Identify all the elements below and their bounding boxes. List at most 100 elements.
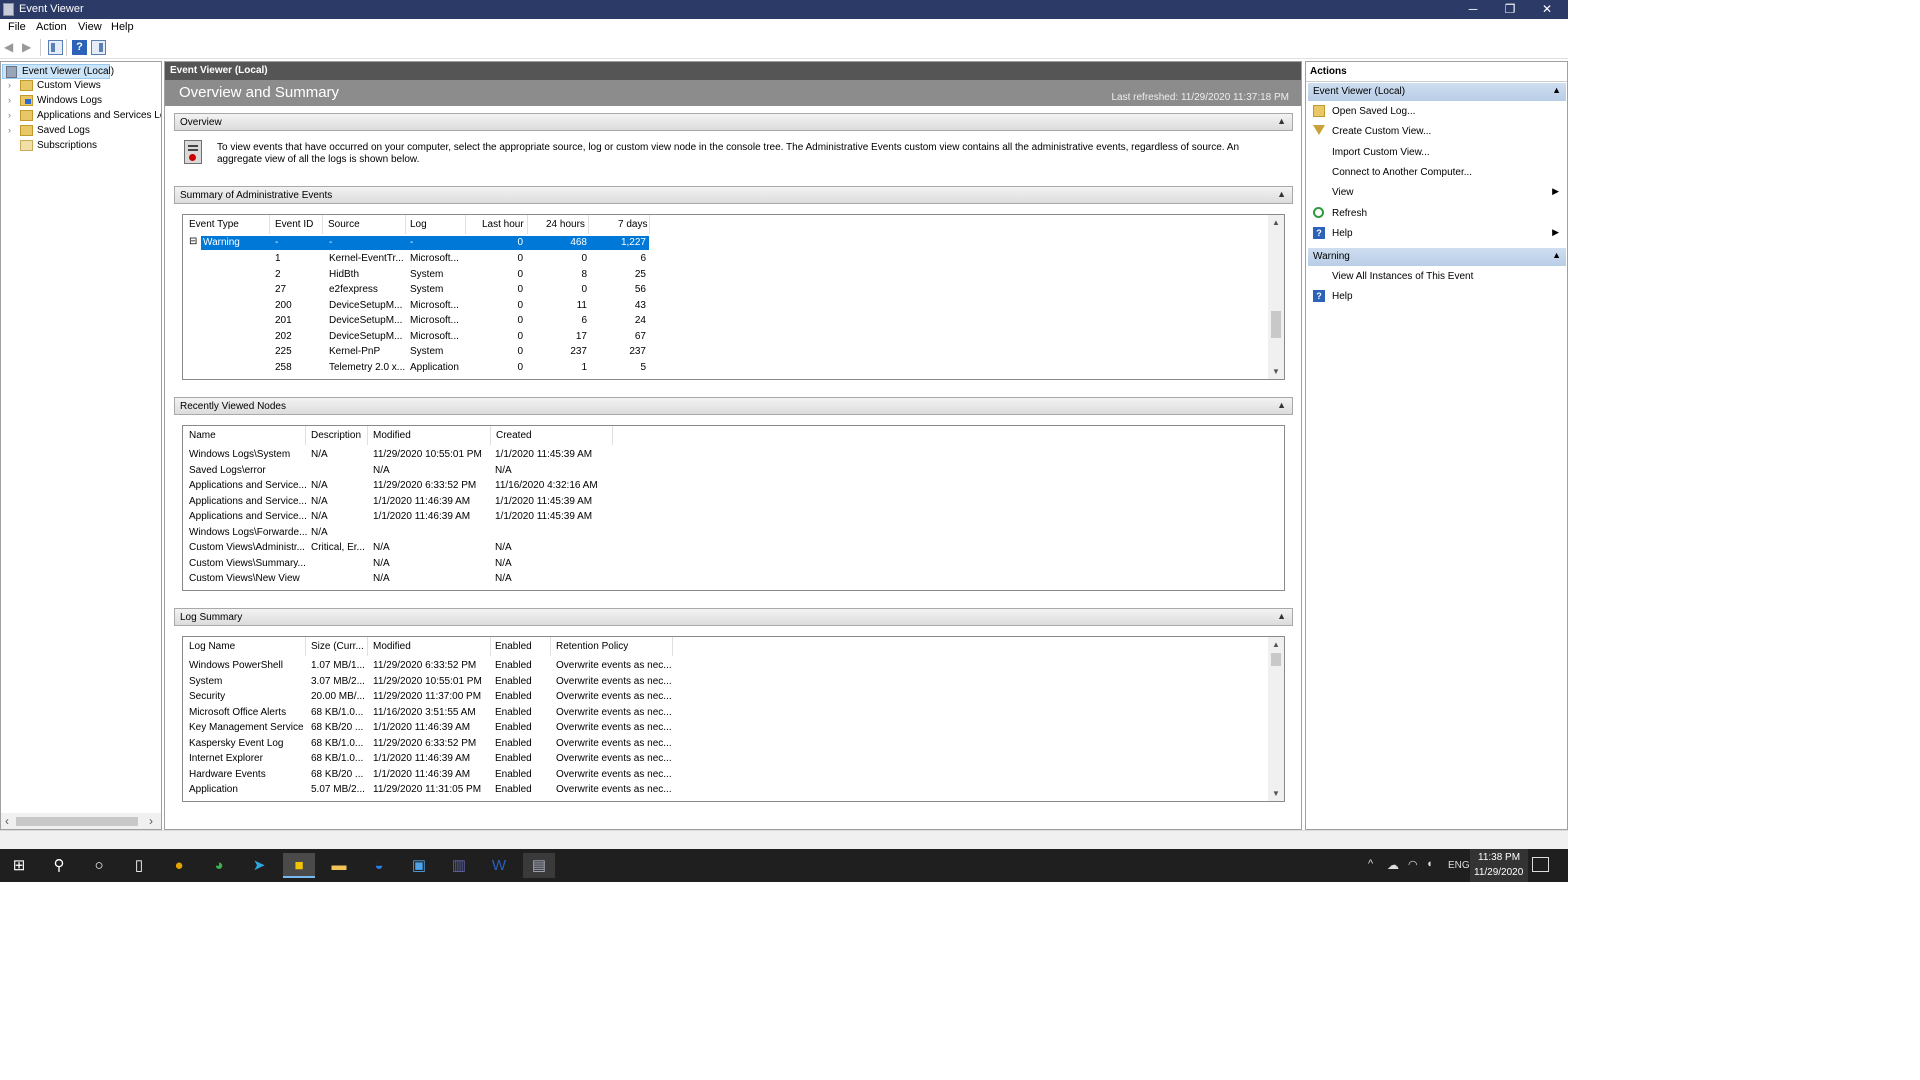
collapse-icon[interactable]: ▲ bbox=[1552, 250, 1561, 260]
recent-node-row[interactable]: Saved Logs\error N/A N/A bbox=[183, 464, 623, 478]
tree-item-event-viewer-local[interactable]: Event Viewer (Local) bbox=[2, 64, 114, 79]
action-connect-to-another-computer[interactable]: Connect to Another Computer... bbox=[1306, 163, 1566, 183]
column-header-7-days[interactable]: 7 days bbox=[618, 219, 647, 230]
menu-view[interactable]: View bbox=[78, 21, 102, 33]
menu-action[interactable]: Action bbox=[36, 21, 67, 33]
back-arrow-icon[interactable]: ◀ bbox=[4, 40, 19, 55]
show-hide-action-pane-icon[interactable] bbox=[91, 40, 106, 55]
collapse-group-icon[interactable]: ⊟ bbox=[189, 236, 201, 247]
column-header-created[interactable]: Created bbox=[496, 430, 532, 441]
actions-group-event-viewer-local[interactable]: Event Viewer (Local) ▲ bbox=[1308, 83, 1566, 101]
action-help[interactable]: ? Help bbox=[1306, 287, 1566, 307]
tree-item-saved-logs[interactable]: › Saved Logs bbox=[1, 123, 161, 138]
recent-node-row[interactable]: Applications and Service... N/A 1/1/2020 1… bbox=[183, 510, 623, 524]
column-header-log[interactable]: Log bbox=[410, 219, 427, 230]
collapse-icon[interactable]: ▲ bbox=[1277, 400, 1286, 410]
summary-group-row-warning[interactable]: ⊟ Warning - - - 0 468 1,227 bbox=[189, 236, 649, 250]
column-header-description[interactable]: Description bbox=[311, 430, 361, 441]
scroll-thumb[interactable] bbox=[1271, 653, 1281, 666]
search-icon[interactable]: ⚲ bbox=[43, 853, 75, 878]
recent-section-header[interactable]: Recently Viewed Nodes ▲ bbox=[174, 397, 1293, 415]
column-header-enabled[interactable]: Enabled bbox=[495, 641, 532, 652]
recent-node-row[interactable]: Windows Logs\Forwarde... N/A bbox=[183, 526, 623, 540]
tree-item-windows-logs[interactable]: › Windows Logs bbox=[1, 93, 161, 108]
action-open-saved-log[interactable]: Open Saved Log... bbox=[1306, 102, 1566, 122]
notifications-icon[interactable] bbox=[1532, 857, 1549, 872]
scroll-up-icon[interactable]: ▲ bbox=[1272, 640, 1280, 649]
tree-item-custom-views[interactable]: › Custom Views bbox=[1, 78, 161, 93]
log-row[interactable]: Windows PowerShell 1.07 MB/1... 11/29/2020… bbox=[183, 659, 678, 673]
scroll-thumb[interactable] bbox=[16, 817, 138, 826]
word-icon[interactable]: W bbox=[483, 853, 515, 878]
summary-section-header[interactable]: Summary of Administrative Events ▲ bbox=[174, 186, 1293, 204]
recent-node-row[interactable]: Applications and Service... N/A 11/29/2020… bbox=[183, 479, 623, 493]
clock[interactable]: 11:38 PM 11/29/2020 bbox=[1470, 849, 1528, 882]
tree-item-applications-and-services-logs[interactable]: › Applications and Services Lo bbox=[1, 108, 161, 123]
column-header-event-id[interactable]: Event ID bbox=[275, 219, 313, 230]
summary-row[interactable]: 201 DeviceSetupM... Microsoft... 0 6 24 bbox=[189, 314, 649, 328]
action-help[interactable]: ? Help ▶ bbox=[1306, 224, 1566, 244]
log-row[interactable]: Hardware Events 68 KB/20 ... 1/1/2020 11:4… bbox=[183, 768, 678, 782]
action-import-custom-view[interactable]: Import Custom View... bbox=[1306, 143, 1566, 163]
summary-row[interactable]: 1 Kernel-EventTr... Microsoft... 0 0 6 bbox=[189, 252, 649, 266]
recent-node-row[interactable]: Custom Views\Administr... Critical, Er...… bbox=[183, 541, 623, 555]
file-explorer-icon[interactable]: ▬ bbox=[323, 853, 355, 878]
column-header-modified[interactable]: Modified bbox=[373, 641, 411, 652]
recent-node-row[interactable]: Windows Logs\System N/A 11/29/2020 10:55:0… bbox=[183, 448, 623, 462]
cortana-icon[interactable]: ○ bbox=[83, 853, 115, 878]
action-create-custom-view[interactable]: Create Custom View... bbox=[1306, 122, 1566, 142]
minimize-button[interactable]: ─ bbox=[1455, 0, 1491, 19]
scroll-down-icon[interactable]: ▼ bbox=[1272, 789, 1280, 798]
volume-icon[interactable]: ◖ bbox=[1426, 858, 1433, 870]
log-row[interactable]: Key Management Service 68 KB/20 ... 1/1/20… bbox=[183, 721, 678, 735]
column-header-event-type[interactable]: Event Type bbox=[189, 219, 239, 230]
log-row[interactable]: Internet Explorer 68 KB/1.0... 1/1/2020 11… bbox=[183, 752, 678, 766]
log-row[interactable]: System 3.07 MB/2... 11/29/2020 10:55:01 PM… bbox=[183, 675, 678, 689]
collapse-icon[interactable]: ▲ bbox=[1277, 189, 1286, 199]
summary-row[interactable]: 200 DeviceSetupM... Microsoft... 0 11 43 bbox=[189, 299, 649, 313]
actions-group-warning[interactable]: Warning ▲ bbox=[1308, 248, 1566, 266]
tree-horizontal-scrollbar[interactable]: ‹ › bbox=[1, 813, 161, 829]
recent-node-row[interactable]: Applications and Service... N/A 1/1/2020 1… bbox=[183, 495, 623, 509]
teams-icon[interactable]: ▥ bbox=[443, 853, 475, 878]
column-header-size[interactable]: Size (Curr... bbox=[311, 641, 364, 652]
language-indicator[interactable]: ENG bbox=[1448, 860, 1470, 871]
onedrive-icon[interactable]: ☁ bbox=[1387, 858, 1399, 872]
column-header-name[interactable]: Name bbox=[189, 430, 216, 441]
log-row[interactable]: Kaspersky Event Log 68 KB/1.0... 11/29/202… bbox=[183, 737, 678, 751]
summary-vertical-scrollbar[interactable]: ▲ ▼ bbox=[1268, 215, 1284, 379]
chrome-icon[interactable]: ● bbox=[163, 853, 195, 878]
overview-section-header[interactable]: Overview ▲ bbox=[174, 113, 1293, 131]
action-view[interactable]: View ▶ bbox=[1306, 183, 1566, 203]
action-refresh[interactable]: Refresh bbox=[1306, 204, 1566, 224]
action-view-all-instances-of-this-event[interactable]: View All Instances of This Event bbox=[1306, 267, 1566, 287]
close-button[interactable]: ✕ bbox=[1529, 0, 1565, 19]
expand-chevron-icon[interactable]: › bbox=[8, 108, 11, 123]
summary-row[interactable]: 258 Telemetry 2.0 x... Application 0 1 5 bbox=[189, 361, 649, 375]
collapse-icon[interactable]: ▲ bbox=[1277, 611, 1286, 621]
help-icon[interactable]: ? bbox=[72, 40, 87, 55]
scroll-left-icon[interactable]: ‹ bbox=[5, 814, 9, 828]
column-header-log-name[interactable]: Log Name bbox=[189, 641, 235, 652]
log-row[interactable]: Application 5.07 MB/2... 11/29/2020 11:31:… bbox=[183, 783, 678, 797]
sticky-notes-icon[interactable]: ■ bbox=[283, 853, 315, 878]
event-viewer-icon[interactable]: ▤ bbox=[523, 853, 555, 878]
collapse-icon[interactable]: ▲ bbox=[1277, 116, 1286, 126]
summary-row[interactable]: 225 Kernel-PnP System 0 237 237 bbox=[189, 345, 649, 359]
menu-help[interactable]: Help bbox=[111, 21, 134, 33]
restore-button[interactable]: ❐ bbox=[1492, 0, 1528, 19]
column-header-24-hours[interactable]: 24 hours bbox=[546, 219, 585, 230]
summary-row[interactable]: 202 DeviceSetupM... Microsoft... 0 17 67 bbox=[189, 330, 649, 344]
log-summary-vertical-scrollbar[interactable]: ▲ ▼ bbox=[1268, 637, 1284, 801]
expand-chevron-icon[interactable]: › bbox=[8, 93, 11, 108]
column-header-modified[interactable]: Modified bbox=[373, 430, 411, 441]
recent-node-row[interactable]: Custom Views\New View N/A N/A bbox=[183, 572, 623, 586]
log-row[interactable]: Security 20.00 MB/... 11/29/2020 11:37:00 … bbox=[183, 690, 678, 704]
recent-node-row[interactable]: Custom Views\Summary... N/A N/A bbox=[183, 557, 623, 571]
forward-arrow-icon[interactable]: ▶ bbox=[22, 40, 37, 55]
telegram-icon[interactable]: ➤ bbox=[243, 853, 275, 878]
control-panel-icon[interactable]: ▣ bbox=[403, 853, 435, 878]
summary-row[interactable]: 2 HidBth System 0 8 25 bbox=[189, 268, 649, 282]
app-icon[interactable]: ◒ bbox=[363, 853, 395, 878]
expand-chevron-icon[interactable]: › bbox=[8, 123, 11, 138]
